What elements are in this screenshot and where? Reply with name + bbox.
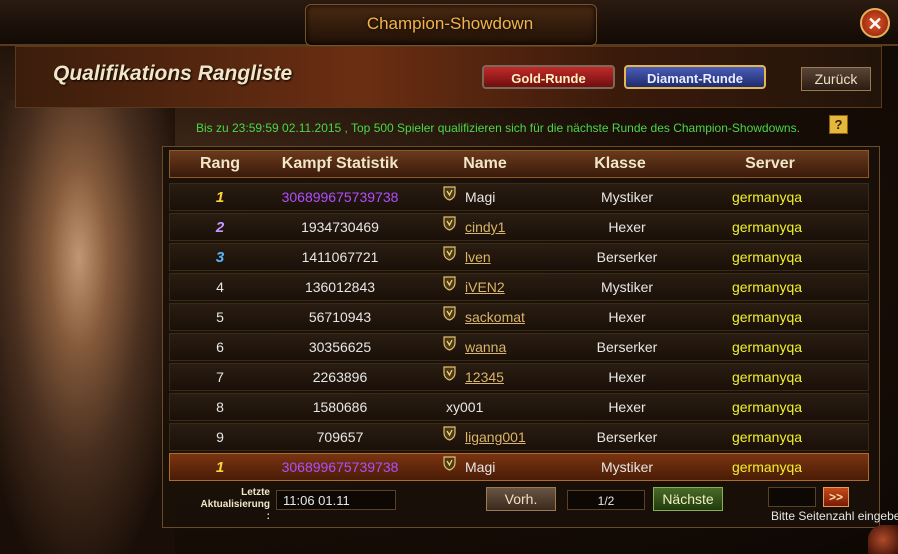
kampf-statistik-cell: 2263896 [312, 369, 368, 385]
player-name-link[interactable]: wanna [465, 339, 506, 355]
back-button[interactable]: Zurück [801, 67, 871, 91]
player-name-link[interactable]: Magi [465, 189, 495, 205]
next-page-button[interactable]: Nächste [653, 487, 723, 511]
server-cell: germanyqa [731, 309, 803, 325]
last-update-label: Letzte Aktualisierung : [198, 487, 270, 523]
section-title: Qualifikations Rangliste [53, 62, 293, 85]
col-name: Name [463, 155, 507, 172]
last-update-value: 11:06 01.11 [276, 490, 396, 510]
rank-cell: 6 [216, 339, 224, 355]
rank-cell: 1 [215, 189, 225, 206]
page-number-input[interactable] [768, 487, 816, 507]
rank-cell: 9 [216, 429, 224, 445]
rank-cell: 8 [216, 399, 224, 415]
klasse-cell: Mystiker [600, 459, 654, 475]
col-rang: Rang [200, 155, 240, 172]
rank-cell: 3 [215, 249, 225, 266]
kampf-statistik-cell: 709657 [316, 429, 364, 445]
player-name-link[interactable]: xy001 [446, 399, 483, 415]
shield-icon [443, 306, 456, 321]
server-cell: germanyqa [731, 369, 803, 385]
server-cell: germanyqa [731, 189, 803, 205]
rank-cell: 7 [216, 369, 224, 385]
corner-ornament [868, 525, 898, 554]
shield-icon [443, 426, 456, 441]
player-name-link[interactable]: ligang001 [465, 429, 526, 445]
server-cell: germanyqa [731, 399, 803, 415]
klasse-cell: Berserker [596, 429, 658, 445]
server-cell: germanyqa [731, 429, 803, 445]
shield-icon [443, 246, 456, 261]
player-name-link[interactable]: lven [465, 249, 491, 265]
col-klasse: Klasse [594, 155, 646, 172]
help-icon[interactable]: ? [829, 115, 848, 134]
rank-cell: 1 [215, 459, 225, 476]
kampf-statistik-cell: 306899675739738 [281, 189, 399, 205]
klasse-cell: Berserker [596, 249, 658, 265]
go-page-button[interactable]: >> [823, 487, 849, 507]
klasse-cell: Berserker [596, 339, 658, 355]
kampf-statistik-cell: 56710943 [308, 309, 372, 325]
klasse-cell: Hexer [608, 369, 646, 385]
server-cell: germanyqa [731, 459, 803, 475]
rank-cell: 5 [216, 309, 224, 325]
tab-diamant-runde[interactable]: Diamant-Runde [624, 65, 766, 89]
kampf-statistik-cell: 1411067721 [301, 249, 379, 265]
shield-icon [443, 456, 456, 471]
kampf-statistik-cell: 136012843 [304, 279, 376, 295]
window-title: Champion-Showdown [366, 14, 534, 33]
server-cell: germanyqa [731, 249, 803, 265]
last-update-label-line2: Aktualisierung : [200, 499, 270, 522]
player-name-link[interactable]: 12345 [465, 369, 504, 385]
shield-icon [443, 186, 456, 201]
player-name-link[interactable]: iVEN2 [465, 279, 505, 295]
last-update-label-line1: Letzte [241, 487, 270, 498]
shield-icon [443, 336, 456, 351]
kampf-statistik-cell: 30356625 [308, 339, 372, 355]
server-cell: germanyqa [731, 279, 803, 295]
shield-icon [443, 216, 456, 231]
page-indicator: 1/2 [567, 490, 645, 510]
player-name-link[interactable]: Magi [465, 459, 495, 475]
prev-page-button[interactable]: Vorh. [486, 487, 556, 511]
kampf-statistik-cell: 1934730469 [301, 219, 379, 235]
klasse-cell: Mystiker [600, 279, 654, 295]
close-icon[interactable]: ✕ [860, 8, 890, 38]
rank-cell: 4 [216, 279, 224, 295]
klasse-cell: Mystiker [600, 189, 654, 205]
qualification-notice: Bis zu 23:59:59 02.11.2015 , Top 500 Spi… [196, 121, 800, 135]
tab-gold-runde[interactable]: Gold-Runde [482, 65, 615, 89]
col-server: Server [745, 155, 795, 172]
kampf-statistik-cell: 306899675739738 [281, 459, 399, 475]
shield-icon [443, 276, 456, 291]
character-artwork [0, 100, 175, 554]
klasse-cell: Hexer [608, 399, 646, 415]
rank-cell: 2 [215, 219, 225, 236]
col-kampf-statistik: Kampf Statistik [281, 155, 399, 172]
klasse-cell: Hexer [608, 309, 646, 325]
player-name-link[interactable]: cindy1 [465, 219, 505, 235]
server-cell: germanyqa [731, 339, 803, 355]
page-input-hint: Bitte Seitenzahl eingeben [771, 509, 898, 523]
player-name-link[interactable]: sackomat [465, 309, 525, 325]
server-cell: germanyqa [731, 219, 803, 235]
klasse-cell: Hexer [608, 219, 646, 235]
kampf-statistik-cell: 1580686 [312, 399, 368, 415]
shield-icon [443, 366, 456, 381]
